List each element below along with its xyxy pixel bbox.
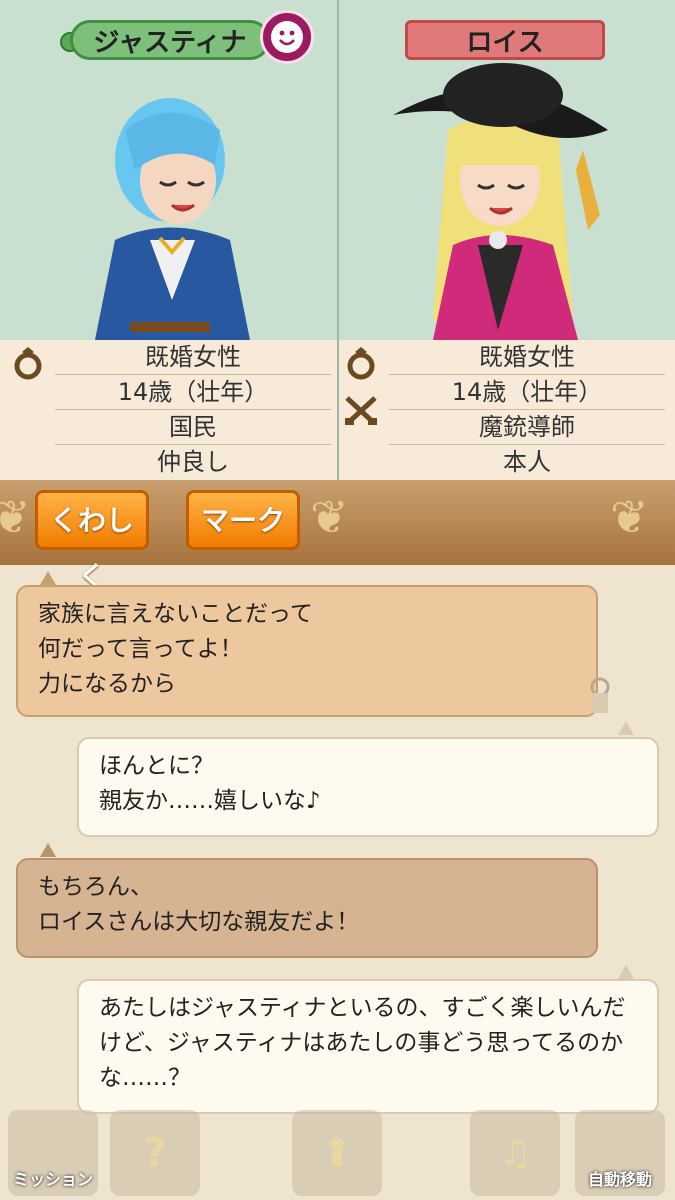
help-button[interactable]: ? (110, 1110, 200, 1196)
relationship: 仲良し (157, 448, 229, 476)
mark-button[interactable]: マーク (186, 490, 300, 550)
message-bubble-left: 家族に言えないことだって 何だって言ってよ！ 力になるから (16, 585, 598, 717)
auto-move-button[interactable]: 自動移動 (575, 1110, 665, 1196)
character-name-right[interactable]: ロイス (405, 20, 605, 60)
character-name-left[interactable]: ジャスティナ (70, 20, 270, 60)
character-info-left: 既婚女性 14歳（壮年） 国民 仲良し (0, 340, 337, 480)
smile-face-icon (271, 21, 303, 53)
detail-button[interactable]: くわしく (35, 490, 149, 593)
bubble-tail (40, 571, 56, 585)
ornament-icon: ❦ (0, 490, 31, 544)
bubble-tail (618, 721, 634, 735)
bubble-tail (618, 965, 634, 979)
bubble-tail (40, 843, 56, 857)
music-icon: ♫ (498, 1132, 532, 1174)
up-arrow-icon: ⬆ (320, 1130, 354, 1176)
message-bubble-right: あたしはジャスティナといるの、すごく楽しいんだけど、ジャスティナはあたしの事どう… (77, 979, 659, 1114)
occupation: 魔銃導師 (389, 410, 665, 445)
ring-icon (14, 347, 42, 380)
marital-status: 既婚女性 (389, 340, 665, 375)
crossed-guns-icon (345, 396, 377, 425)
mission-label: ミッション (12, 1170, 93, 1189)
chat-area[interactable]: 家族に言えないことだって 何だって言ってよ！ 力になるから ほんとに？ 親友か…… (0, 565, 675, 1114)
bottom-nav: ミッション ? ⬆ ♫ 自動移動 (0, 1110, 675, 1200)
age: 14歳（壮年） (55, 375, 331, 410)
message-bubble-right: ほんとに？ 親友か……嬉しいな♪ (77, 737, 659, 837)
ornament-icon: ❦ (610, 490, 649, 544)
up-arrow-button[interactable]: ⬆ (292, 1110, 382, 1196)
age: 14歳（壮年） (389, 375, 665, 410)
action-bar: ❦ ❦ ❦ くわしく マーク (0, 480, 675, 593)
smile-mood-icon[interactable] (260, 10, 314, 64)
pin-icon (590, 677, 610, 713)
message-bubble-left: もちろん、 ロイスさんは大切な親友だよ！ (16, 858, 598, 958)
marital-status: 既婚女性 (55, 340, 331, 375)
character-info-right: 既婚女性 14歳（壮年） 魔銃導師 本人 (339, 340, 675, 480)
occupation: 国民 (55, 410, 331, 445)
relationship: 本人 (503, 448, 551, 476)
music-button[interactable]: ♫ (470, 1110, 560, 1196)
mission-button[interactable]: ミッション (8, 1110, 98, 1196)
question-icon: ? (143, 1130, 167, 1176)
ring-icon (347, 347, 375, 380)
ornament-icon: ❦ (310, 490, 349, 544)
auto-move-label: 自動移動 (587, 1170, 652, 1189)
